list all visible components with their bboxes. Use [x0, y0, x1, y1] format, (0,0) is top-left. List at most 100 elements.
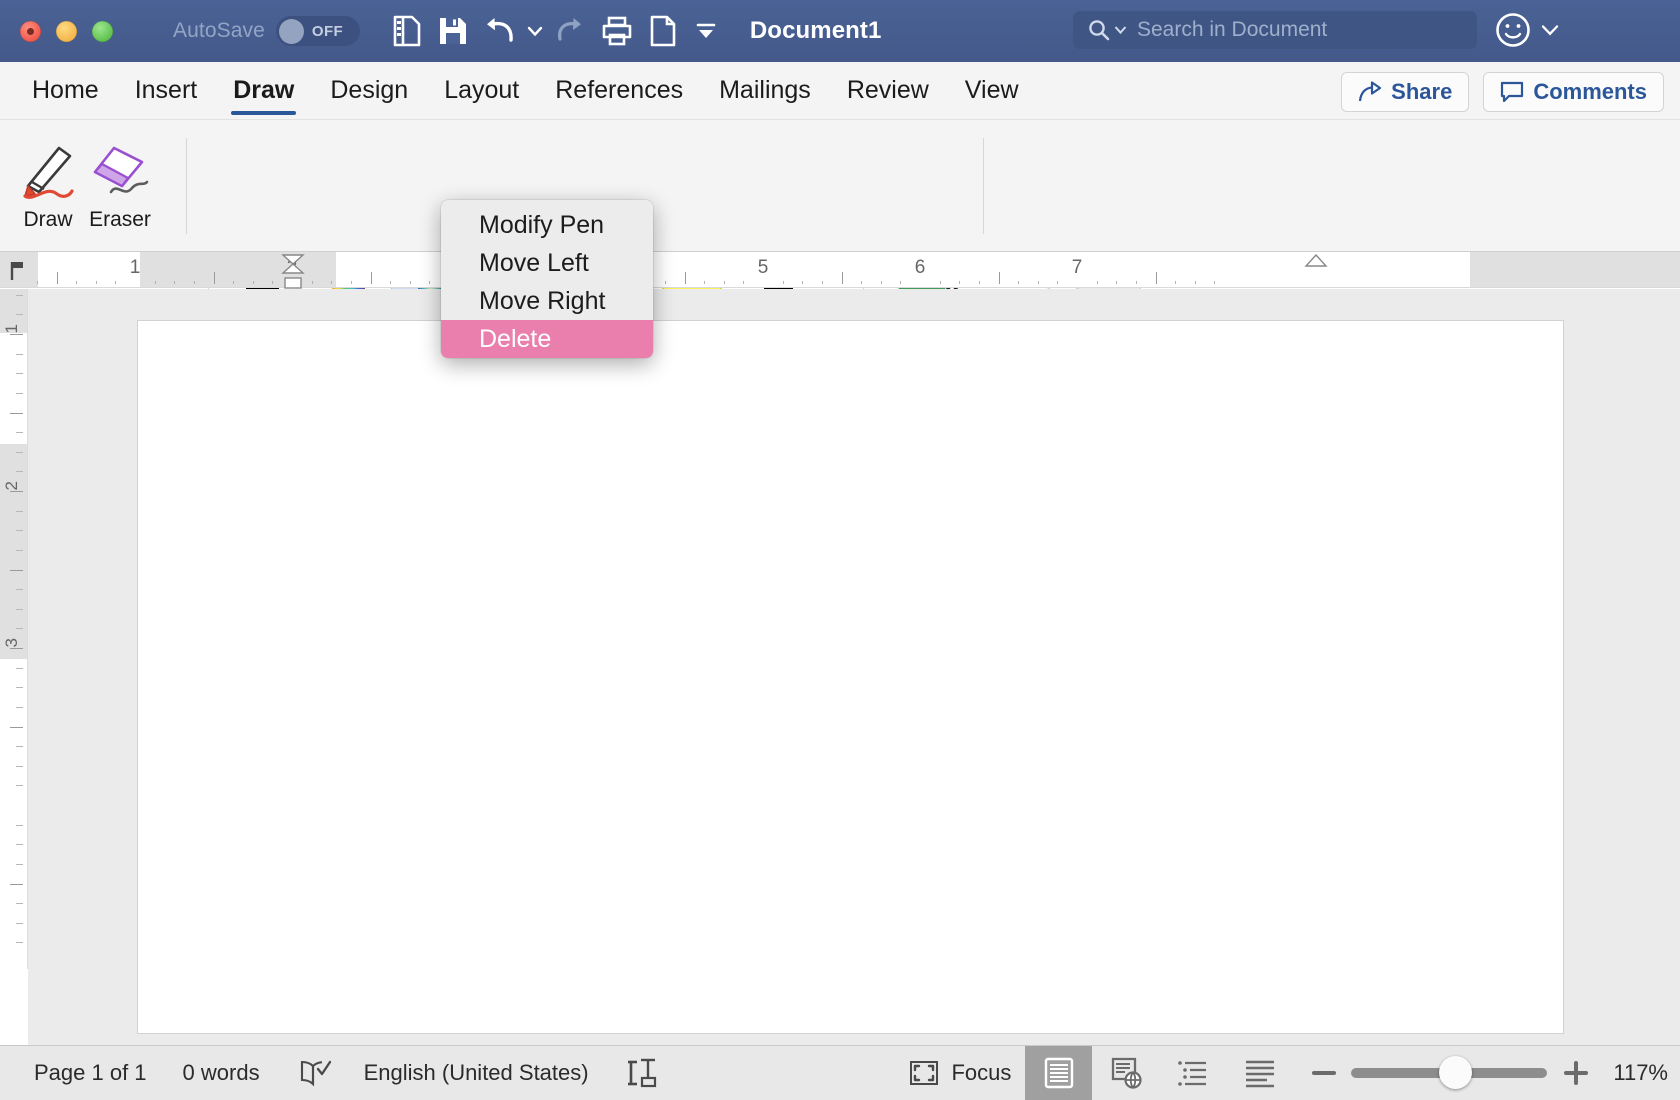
- page-label: Page 1 of 1: [34, 1060, 147, 1085]
- tab-insert[interactable]: Insert: [117, 62, 216, 120]
- ruler-tick: [36, 281, 38, 284]
- tab-stop-selector[interactable]: [4, 256, 34, 286]
- vertical-ruler-tick: [16, 844, 23, 846]
- search-options-caret-icon[interactable]: [1114, 25, 1127, 35]
- ruler-tick: [998, 272, 1000, 284]
- redo-icon[interactable]: [548, 9, 594, 53]
- overflow-caret-icon[interactable]: [686, 9, 726, 53]
- tab-draw[interactable]: Draw: [215, 62, 312, 120]
- ruler-tick: [704, 281, 706, 284]
- context-menu-item-modify-pen[interactable]: Modify Pen: [441, 206, 653, 244]
- zoom-slider-knob[interactable]: [1439, 1056, 1473, 1089]
- draft-view-button[interactable]: [1226, 1046, 1293, 1100]
- search-icon: [1089, 20, 1110, 41]
- horizontal-ruler[interactable]: 1234567: [0, 252, 1680, 288]
- ruler-tick: [821, 281, 823, 284]
- vertical-ruler-tick: [16, 353, 23, 355]
- context-menu-item-delete[interactable]: Delete: [441, 320, 653, 358]
- ruler-tick: [76, 281, 78, 284]
- tab-mailings[interactable]: Mailings: [701, 62, 829, 120]
- comments-button[interactable]: Comments: [1483, 72, 1664, 112]
- account-caret-icon[interactable]: [1541, 24, 1559, 36]
- tab-review[interactable]: Review: [829, 62, 947, 120]
- language-indicator[interactable]: English (United States): [346, 1046, 603, 1100]
- ruler-tick: [370, 272, 372, 284]
- ruler-tick: [311, 281, 313, 284]
- vertical-ruler-tick: [16, 549, 23, 551]
- tab-home[interactable]: Home: [14, 62, 117, 120]
- quick-access-toolbar: [384, 9, 726, 53]
- share-button[interactable]: Share: [1341, 72, 1470, 112]
- ruler-tick: [959, 281, 961, 284]
- vertical-ruler-tick: [16, 471, 23, 473]
- print-layout-view-button[interactable]: [1025, 1045, 1093, 1100]
- draw-tool-button[interactable]: Draw: [10, 136, 86, 232]
- tab-view[interactable]: View: [947, 62, 1037, 120]
- word-count[interactable]: 0 words: [161, 1046, 274, 1100]
- word-count-label: 0 words: [182, 1060, 260, 1085]
- page-indicator[interactable]: Page 1 of 1: [0, 1046, 161, 1100]
- ruler-tick: [743, 281, 745, 284]
- vertical-ruler-tick: [16, 530, 23, 532]
- vertical-ruler-tick: [16, 608, 23, 610]
- account-smiley-icon[interactable]: [1494, 11, 1532, 49]
- ruler-number: 6: [914, 257, 926, 278]
- tab-design[interactable]: Design: [312, 62, 426, 120]
- document-title: Document1: [749, 17, 882, 44]
- tab-references[interactable]: References: [537, 62, 701, 120]
- new-document-icon[interactable]: [640, 9, 686, 53]
- vertical-ruler-tick: [16, 687, 23, 689]
- track-changes-button[interactable]: [603, 1046, 671, 1100]
- ruler-tick: [272, 281, 274, 284]
- vertical-ruler-tick: [10, 648, 23, 649]
- vertical-ruler-tick: [16, 589, 23, 591]
- search-input[interactable]: Search in Document: [1073, 11, 1477, 49]
- vertical-ruler-tick: [10, 412, 23, 414]
- vertical-ruler[interactable]: 1 2 3: [0, 289, 28, 969]
- vertical-ruler-tick: [10, 334, 23, 335]
- minimize-window-button[interactable]: [56, 20, 77, 42]
- draft-icon: [1245, 1060, 1274, 1088]
- vertical-ruler-tick: [16, 294, 23, 296]
- tab-layout[interactable]: Layout: [426, 62, 537, 120]
- zoom-window-button[interactable]: [92, 20, 113, 42]
- ruler-tick: [841, 272, 843, 284]
- vertical-ruler-tick: [16, 392, 23, 394]
- vertical-ruler-tick: [10, 883, 23, 885]
- vertical-ruler-tick: [10, 491, 23, 492]
- undo-icon[interactable]: [476, 9, 522, 53]
- focus-button[interactable]: Focus: [895, 1046, 1025, 1100]
- save-icon[interactable]: [430, 9, 476, 53]
- account-menu[interactable]: [1494, 11, 1559, 49]
- autosave-toggle[interactable]: OFF: [275, 16, 360, 46]
- zoom-value: 117%: [1613, 1060, 1668, 1085]
- undo-dropdown-caret-icon[interactable]: [522, 9, 548, 53]
- zoom-out-button[interactable]: [1293, 1046, 1351, 1100]
- vertical-ruler-tick: [16, 824, 23, 826]
- zoom-slider[interactable]: [1351, 1056, 1548, 1089]
- zoom-level[interactable]: 117%: [1599, 1046, 1680, 1100]
- vertical-ruler-tick: [16, 628, 23, 630]
- web-layout-view-button[interactable]: [1092, 1046, 1159, 1100]
- ruler-tick: [193, 281, 195, 284]
- context-menu-item-move-left[interactable]: Move Left: [441, 244, 653, 282]
- right-indent-marker[interactable]: [1304, 253, 1328, 280]
- ruler-tick: [409, 281, 411, 284]
- zoom-in-button[interactable]: [1547, 1046, 1599, 1100]
- eraser-tool-button[interactable]: Eraser: [82, 136, 158, 232]
- vertical-ruler-tick: [16, 706, 23, 708]
- spell-check-button[interactable]: [274, 1046, 346, 1100]
- ruler-tick: [723, 281, 725, 284]
- vertical-ruler-number: 3: [2, 638, 21, 648]
- outline-view-button[interactable]: [1159, 1046, 1226, 1100]
- customize-toolbar-icon[interactable]: [384, 9, 430, 53]
- ruler-tick: [233, 281, 235, 284]
- context-menu-item-move-right[interactable]: Move Right: [441, 282, 653, 320]
- ruler-tick: [1116, 281, 1118, 284]
- print-icon[interactable]: [594, 9, 640, 53]
- vertical-ruler-tick: [16, 863, 23, 865]
- close-window-button[interactable]: [20, 20, 41, 42]
- document-page[interactable]: [138, 321, 1563, 1033]
- outline-icon: [1178, 1061, 1206, 1086]
- document-canvas[interactable]: [28, 289, 1680, 1045]
